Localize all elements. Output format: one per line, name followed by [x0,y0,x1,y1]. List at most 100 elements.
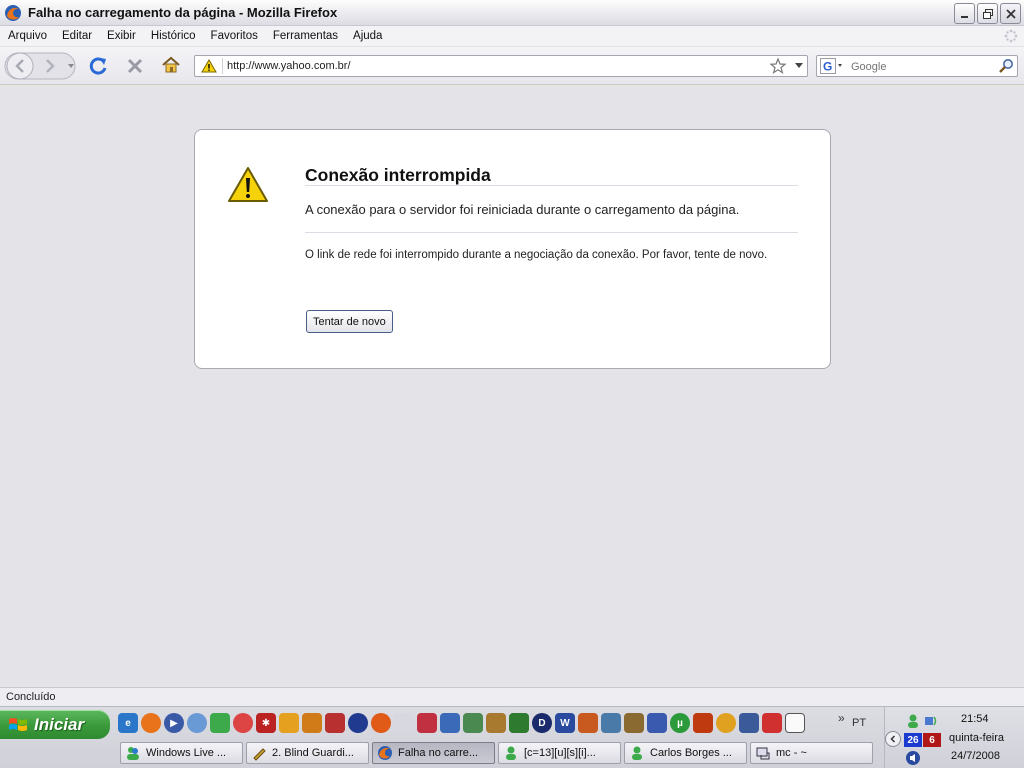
status-text: Concluído [6,691,56,703]
start-button[interactable]: Iniciar [0,710,110,739]
bookmark-star-icon[interactable] [769,57,787,75]
taskbar: Iniciar e ▶ ✱ D W µ » PT Windows Live ..… [0,706,1024,768]
firefox-icon[interactable] [141,713,161,733]
svg-text:G: G [823,60,832,74]
reload-button[interactable] [87,54,111,78]
game-icon[interactable] [693,713,713,733]
search-icon[interactable] [998,58,1014,74]
windows-grid-icon[interactable] [785,713,805,733]
firefox-icon [378,746,392,760]
back-button[interactable] [6,52,34,80]
task-list: Windows Live ... 2. Blind Guardi... Falh… [120,742,873,764]
archive-icon[interactable] [302,713,322,733]
wireless-icon[interactable] [762,713,782,733]
globe-icon[interactable] [716,713,736,733]
messenger-status-icon[interactable] [905,713,921,729]
firewall-icon[interactable] [578,713,598,733]
language-indicator[interactable]: PT [852,717,866,729]
media-player-icon[interactable]: ▶ [164,713,184,733]
display-icon[interactable] [601,713,621,733]
quick-launch-more[interactable]: » [838,711,845,725]
tool-icon[interactable] [624,713,644,733]
torrent-icon[interactable]: µ [670,713,690,733]
menu-ajuda[interactable]: Ajuda [345,30,389,42]
task-blind-guardian[interactable]: 2. Blind Guardi... [246,742,369,764]
error-long-description: O link de rede foi interrompido durante … [305,249,768,261]
close-icon [1005,8,1016,19]
menu-bar: Arquivo Editar Exibir Histórico Favorito… [0,26,1024,47]
clock-date: 24/7/2008 [951,750,1000,762]
task-chat-2[interactable]: Carlos Borges ... [624,742,747,764]
network-status-icon[interactable] [923,713,939,729]
counter-badge-red[interactable]: 6 [923,733,941,747]
throbber-icon [1004,29,1018,43]
task-chat-1[interactable]: [c=13][u][s][i]... [498,742,621,764]
error-title: Conexão interrompida [305,165,491,185]
menu-favoritos[interactable]: Favoritos [203,30,265,42]
menu-ferramentas[interactable]: Ferramentas [265,30,345,42]
back-forward-group [4,52,76,80]
error-short-description: A conexão para o servidor foi reiniciada… [305,202,740,217]
chat-icon [632,746,642,760]
reload-icon [89,57,107,75]
quick-launch: e ▶ ✱ D W µ [118,713,805,733]
chevron-left-icon [890,735,896,743]
divider [305,185,798,186]
magnifier-icon[interactable] [394,713,414,733]
music-icon [253,748,266,761]
menu-historico[interactable]: Histórico [143,30,203,42]
eye-icon[interactable] [509,713,529,733]
word-icon[interactable]: W [555,713,575,733]
retry-button[interactable]: Tentar de novo [306,310,393,333]
warning-triangle-icon [228,167,268,202]
clock-day: quinta-feira [949,732,1005,744]
document-icon[interactable] [647,713,667,733]
minimize-button[interactable] [954,3,975,24]
url-input[interactable] [227,58,757,74]
home-icon [162,56,180,73]
connection-icon[interactable] [739,713,759,733]
paint-icon[interactable] [486,713,506,733]
star-app-icon[interactable]: ✱ [256,713,276,733]
utility-icon[interactable] [417,713,437,733]
search-input[interactable] [851,59,991,74]
google-icon[interactable]: G [820,58,844,74]
search-bar[interactable]: G [816,55,1018,77]
messenger-icon [127,747,139,760]
error-panel: Conexão interrompida A conexão para o se… [194,129,831,369]
terminal-icon [756,747,770,760]
task-firefox[interactable]: Falha no carre... [372,742,495,764]
tray-expand-button[interactable] [885,731,901,747]
ie-icon[interactable]: e [118,713,138,733]
warning-icon [201,59,217,73]
title-bar: Falha no carregamento da página - Mozill… [0,0,1024,26]
acrobat-icon[interactable] [233,713,253,733]
home-button[interactable] [159,53,183,77]
messenger-icon[interactable] [210,713,230,733]
restore-icon [982,8,993,19]
close-button[interactable] [1000,3,1021,24]
menu-editar[interactable]: Editar [54,30,99,42]
burner-icon[interactable] [371,713,391,733]
network-icon[interactable] [463,713,483,733]
volume-icon[interactable] [905,750,921,766]
system-tray: 26 6 21:54 quinta-feira 24/7/2008 [884,707,1024,768]
status-bar: Concluído [0,687,1024,706]
stop-icon [127,58,143,74]
menu-arquivo[interactable]: Arquivo [0,30,54,42]
disc-icon[interactable] [348,713,368,733]
chat-bubble-icon[interactable] [187,713,207,733]
counter-badge-blue[interactable]: 26 [904,733,922,747]
image-icon[interactable] [440,713,460,733]
url-dropdown-icon[interactable] [795,63,803,69]
task-windows-live[interactable]: Windows Live ... [120,742,243,764]
video-icon[interactable] [325,713,345,733]
menu-exibir[interactable]: Exibir [99,30,143,42]
restore-button[interactable] [977,3,998,24]
stop-button[interactable] [123,54,147,78]
clock-time[interactable]: 21:54 [961,713,989,725]
people-icon[interactable] [279,713,299,733]
task-terminal[interactable]: mc - ~ [750,742,873,764]
url-bar[interactable] [194,55,808,77]
dvd-icon[interactable]: D [532,713,552,733]
